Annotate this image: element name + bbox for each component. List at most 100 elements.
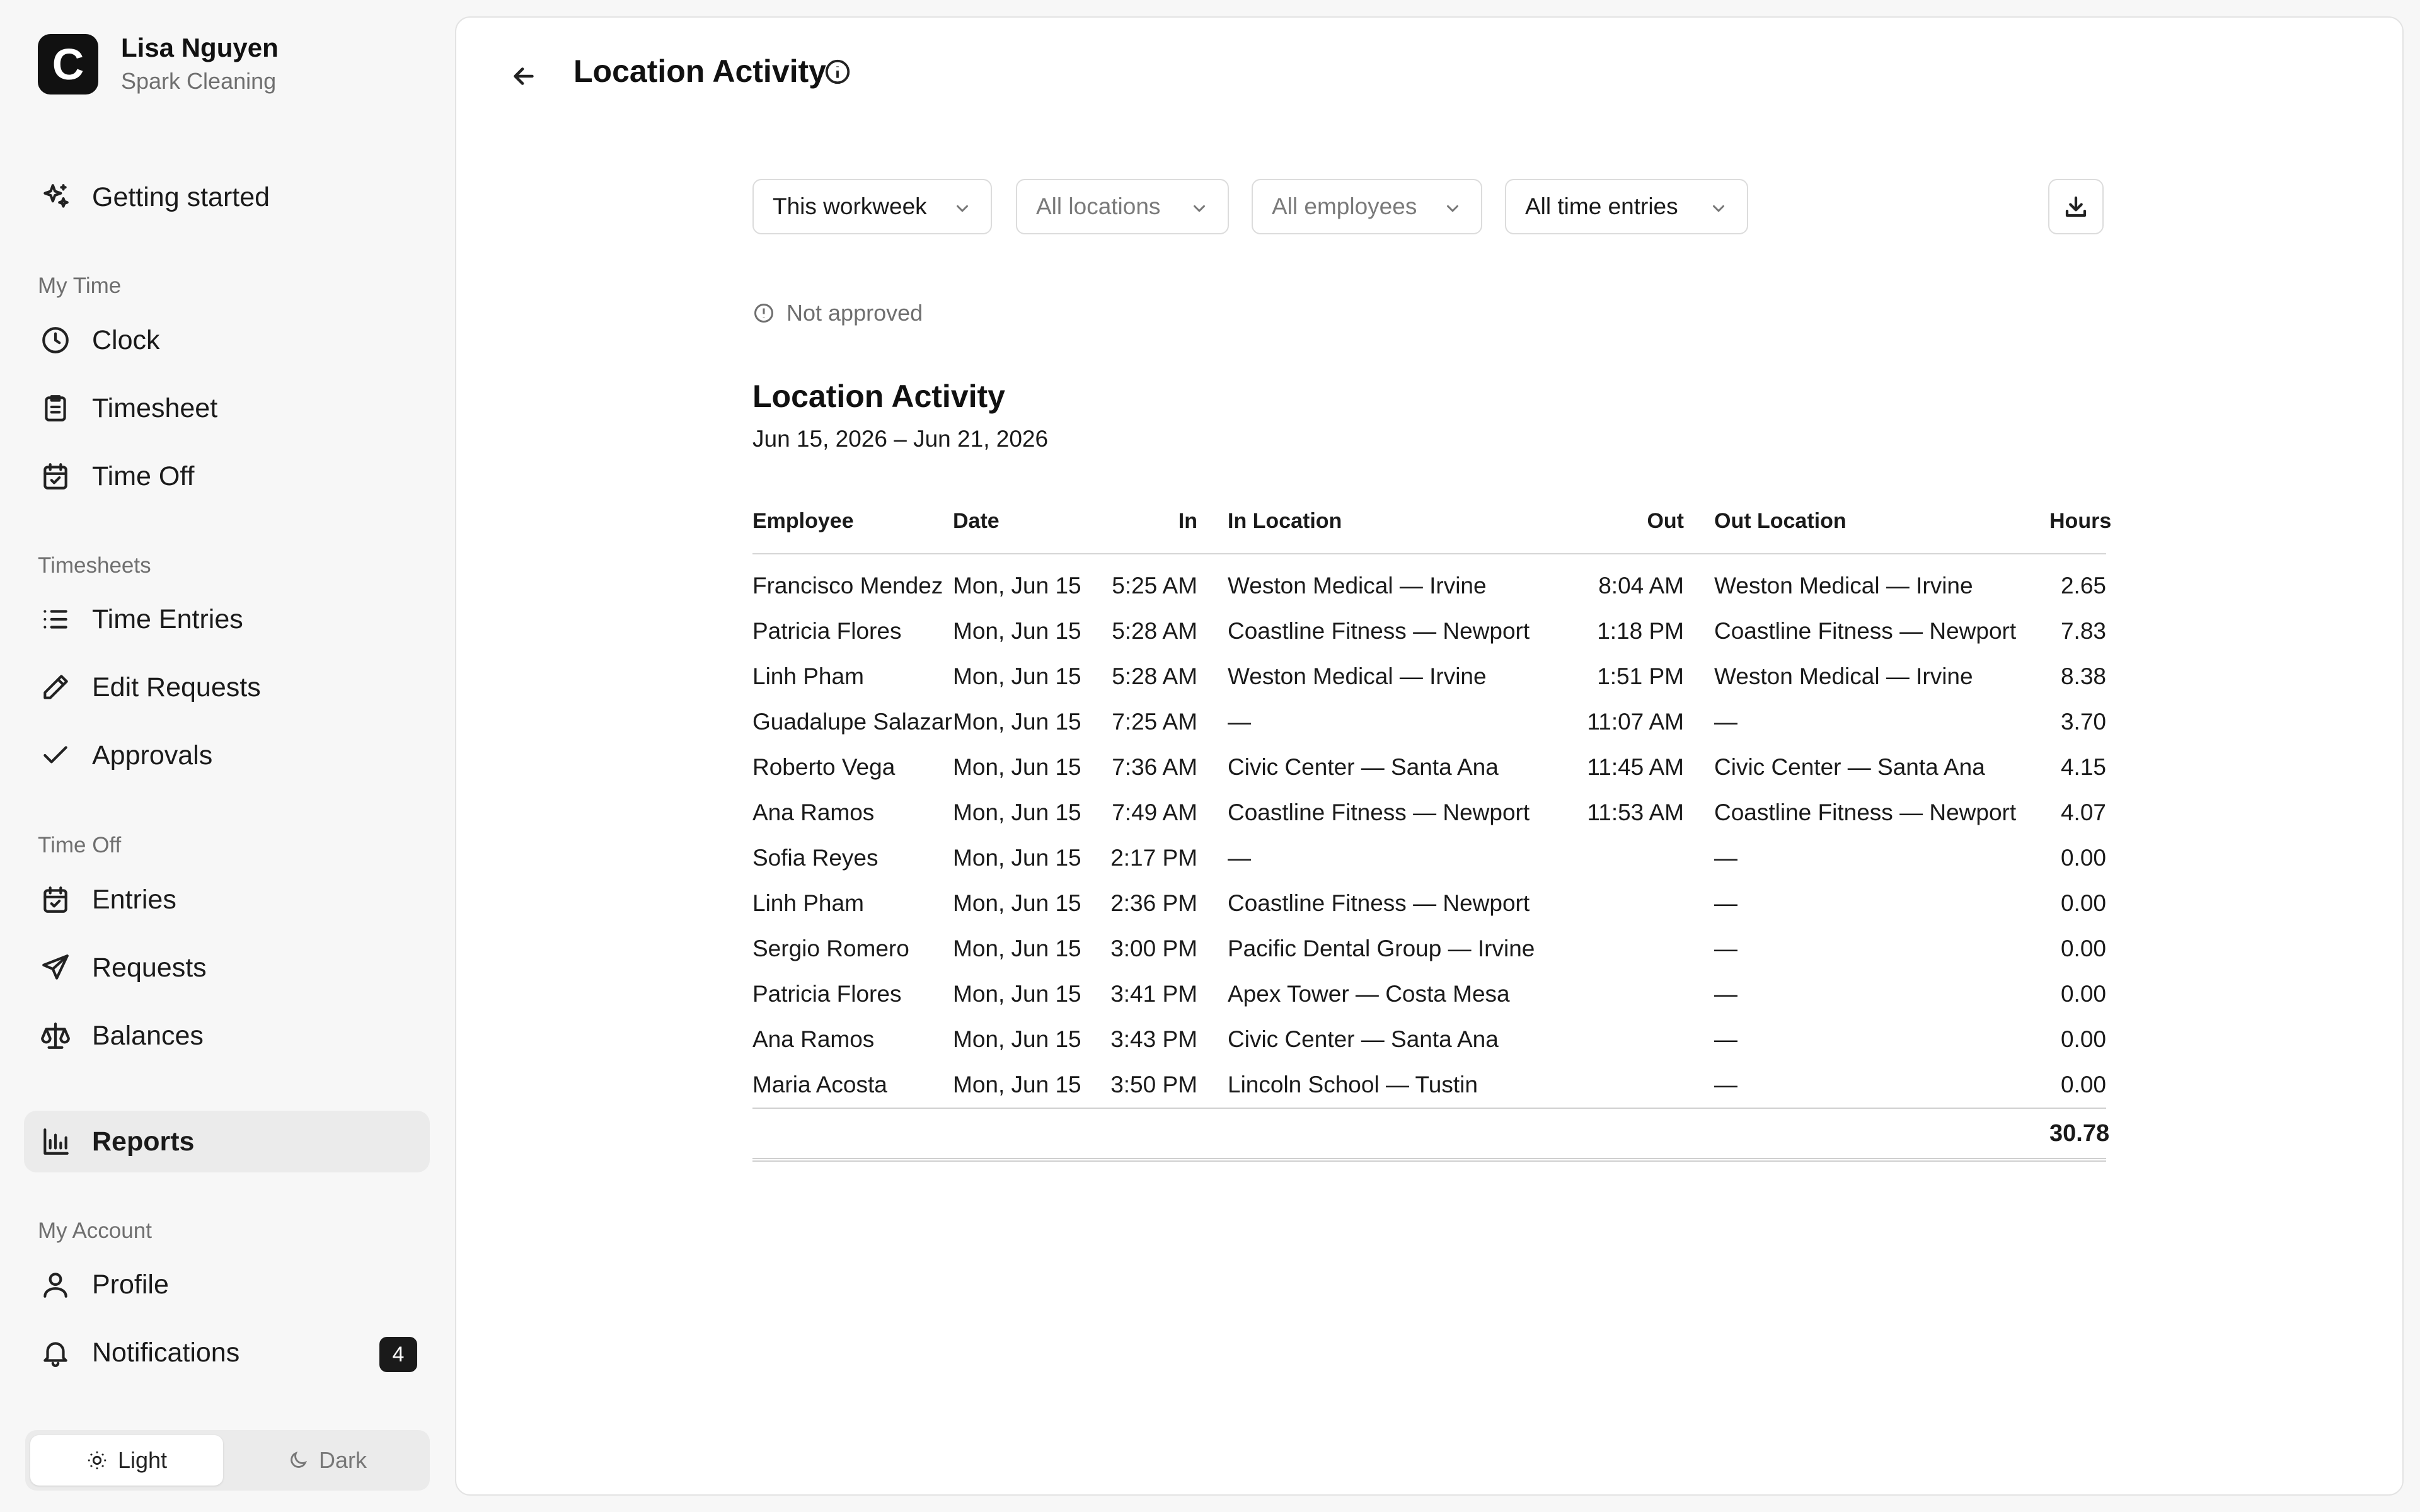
locations-filter[interactable]: All locations	[1016, 179, 1229, 234]
cell-out-location: —	[1714, 890, 1737, 916]
cell-out	[1559, 1062, 1684, 1108]
cell-out	[1559, 881, 1684, 926]
theme-light-button[interactable]: Light	[30, 1435, 223, 1486]
cell-spacer	[1197, 926, 1228, 971]
cell-spacer	[1197, 1017, 1228, 1062]
cell-in: 2:17 PM	[1110, 845, 1197, 871]
cell-spacer	[1684, 790, 1714, 835]
employees-filter[interactable]: All employees	[1252, 179, 1482, 234]
cell-out	[1559, 835, 1684, 881]
chevron-down-icon	[1190, 197, 1209, 216]
nav-reports[interactable]: Reports	[24, 1111, 430, 1172]
period-filter[interactable]: This workweek	[752, 179, 992, 234]
employees-filter-value: All employees	[1272, 193, 1417, 219]
theme-toggle: Light Dark	[25, 1430, 430, 1491]
cell-spacer	[1684, 609, 1714, 654]
total-spacer	[752, 1108, 2049, 1162]
cell-employee: Francisco Mendez	[752, 573, 943, 598]
nav-edit-requests[interactable]: Edit Requests	[24, 656, 430, 718]
pencil-icon	[38, 670, 73, 705]
cell-spacer	[1197, 971, 1228, 1017]
table-row: Ana Ramos Mon, Jun 15 7:49 AM Coastline Fit…	[752, 790, 2106, 835]
time-entries-filter[interactable]: All time entries	[1505, 179, 1748, 234]
cell-hours: 7.83	[2060, 618, 2106, 644]
col-employee: Employee	[752, 509, 953, 554]
cell-in-location: —	[1228, 709, 1251, 735]
col-in: In	[1090, 509, 1197, 554]
col-in-location: In Location	[1228, 509, 1559, 554]
nav-label: Clock	[92, 324, 160, 355]
cell-date: Mon, Jun 15	[953, 663, 1081, 689]
table-row: Sofia Reyes Mon, Jun 15 2:17 PM — — 0.00	[752, 835, 2106, 881]
cell-in-location: Pacific Dental Group — Irvine	[1228, 936, 1535, 961]
alert-circle-icon	[754, 304, 773, 323]
cell-spacer	[1684, 745, 1714, 790]
cell-out	[1559, 926, 1684, 971]
cell-employee: Patricia Flores	[752, 618, 902, 644]
nav-label: Notifications	[92, 1337, 240, 1368]
cell-spacer	[1684, 654, 1714, 699]
sparkles-icon	[38, 180, 73, 215]
nav-getting-started[interactable]: Getting started	[24, 166, 430, 228]
cell-in: 7:49 AM	[1112, 799, 1197, 825]
cell-date: Mon, Jun 15	[953, 936, 1081, 961]
location-activity-table: Employee Date In In Location Out Out Loc…	[752, 509, 2111, 1162]
cell-spacer	[1684, 926, 1714, 971]
table-row: Guadalupe Salazar Mon, Jun 15 7:25 AM — 11:0…	[752, 699, 2106, 745]
nav-time-entries[interactable]: Time Entries	[24, 588, 430, 650]
cell-out: 11:07 AM	[1587, 709, 1684, 735]
cell-hours: 8.38	[2060, 663, 2106, 689]
sidebar: C Lisa Nguyen Spark Cleaning Getting sta…	[0, 0, 454, 1512]
cell-spacer	[1197, 654, 1228, 699]
nav-balances[interactable]: Balances	[24, 1005, 430, 1067]
nav-time-off[interactable]: Time Off	[24, 445, 430, 507]
cell-hours: 0.00	[2060, 981, 2106, 1007]
locations-filter-value: All locations	[1036, 193, 1161, 219]
table-row: Roberto Vega Mon, Jun 15 7:36 AM Civic Cent…	[752, 745, 2106, 790]
col-date: Date	[953, 509, 1090, 554]
approval-status-text: Not approved	[786, 300, 923, 326]
cell-in-location: Civic Center — Santa Ana	[1228, 754, 1499, 780]
cell-out-location: —	[1714, 1072, 1737, 1097]
nav-entries[interactable]: Entries	[24, 869, 430, 931]
col-out: Out	[1559, 509, 1684, 554]
section-time-off: Time Off	[38, 833, 122, 857]
cell-hours: 0.00	[2060, 890, 2106, 916]
cell-in-location: Coastline Fitness — Newport	[1228, 890, 1530, 916]
nav-label: Approvals	[92, 740, 213, 770]
table-row: Linh Pham Mon, Jun 15 2:36 PM Coastline Fit…	[752, 881, 2106, 926]
nav-label: Requests	[92, 952, 207, 983]
cell-in: 7:25 AM	[1112, 709, 1197, 735]
cell-in: 7:36 AM	[1112, 754, 1197, 780]
theme-dark-button[interactable]: Dark	[231, 1435, 424, 1486]
cell-out-location: Weston Medical — Irvine	[1714, 573, 1973, 598]
back-button[interactable]	[503, 55, 544, 97]
info-icon[interactable]	[823, 57, 852, 86]
cell-date: Mon, Jun 15	[953, 1026, 1081, 1052]
cell-out-location: Coastline Fitness — Newport	[1714, 618, 2017, 644]
nav-clock[interactable]: Clock	[24, 309, 430, 371]
cell-employee: Guadalupe Salazar	[752, 709, 952, 735]
cell-out: 1:18 PM	[1597, 618, 1684, 644]
cell-employee: Sergio Romero	[752, 936, 909, 961]
nav-approvals[interactable]: Approvals	[24, 724, 430, 786]
cell-out: 11:53 AM	[1587, 799, 1684, 825]
download-button[interactable]	[2048, 179, 2104, 234]
cell-hours: 0.00	[2060, 845, 2106, 871]
cell-in-location: Coastline Fitness — Newport	[1228, 799, 1530, 825]
cell-hours: 4.07	[2060, 799, 2106, 825]
nav-profile[interactable]: Profile	[24, 1254, 430, 1315]
cell-in-location: Coastline Fitness — Newport	[1228, 618, 1530, 644]
nav-notifications[interactable]: Notifications 4	[24, 1322, 430, 1383]
nav-requests[interactable]: Requests	[24, 937, 430, 999]
chevron-down-icon	[1709, 197, 1728, 216]
nav-timesheet[interactable]: Timesheet	[24, 377, 430, 439]
notifications-count-badge: 4	[379, 1337, 417, 1372]
cell-spacer	[1197, 881, 1228, 926]
table-row: Maria Acosta Mon, Jun 15 3:50 PM Lincoln Sc…	[752, 1062, 2106, 1108]
cell-employee: Ana Ramos	[752, 1026, 875, 1052]
cell-date: Mon, Jun 15	[953, 1072, 1081, 1097]
cell-in: 3:50 PM	[1110, 1072, 1197, 1097]
cell-hours: 4.15	[2060, 754, 2106, 780]
cell-in: 3:00 PM	[1110, 936, 1197, 961]
